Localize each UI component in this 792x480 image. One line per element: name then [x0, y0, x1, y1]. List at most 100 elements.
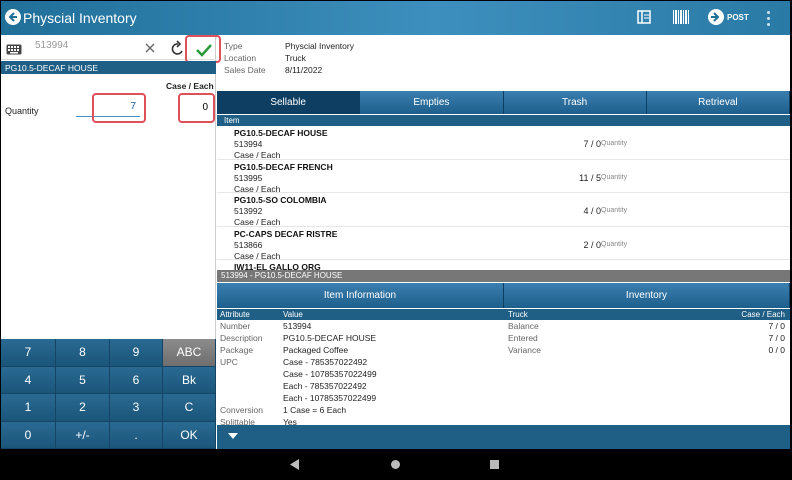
- attr-name: Description: [220, 333, 263, 343]
- item-name: IW11-EL GALLO ORG: [234, 262, 321, 270]
- list-item[interactable]: PC-CAPS DECAF RISTRE 513866 Case / Each …: [217, 227, 790, 261]
- key-7[interactable]: 7: [1, 339, 56, 367]
- attr-name: Number: [220, 321, 251, 331]
- sales-date-label: Sales Date: [224, 65, 266, 75]
- key-9[interactable]: 9: [110, 339, 163, 367]
- confirm-button[interactable]: [185, 35, 221, 63]
- inventory-header: Truck Case / Each: [503, 309, 790, 320]
- search-input[interactable]: [35, 40, 135, 51]
- nav-home-icon[interactable]: [391, 460, 400, 469]
- item-qty-label: Quantity: [601, 207, 628, 214]
- attr-value: PG10.5-DECAF HOUSE: [283, 333, 377, 343]
- location-value: Truck: [285, 53, 306, 63]
- key-abc[interactable]: ABC: [163, 339, 216, 367]
- key-ok[interactable]: OK: [163, 421, 216, 449]
- item-qty: 2 / 0: [583, 239, 601, 250]
- attribute-list[interactable]: Number 513994 Description PG10.5-DECAF HOU…: [217, 321, 503, 425]
- key-5[interactable]: 5: [56, 366, 110, 394]
- item-unit: Case / Each: [234, 150, 281, 160]
- list-item[interactable]: PG10.5-SO COLOMBIA 513992 Case / Each 4 …: [217, 193, 790, 227]
- item-name: PC-CAPS DECAF RISTRE: [234, 228, 338, 239]
- category-tabs: Sellable Empties Trash Retrieval: [217, 91, 790, 114]
- item-list[interactable]: PG10.5-DECAF HOUSE 513994 Case / Each 7 …: [217, 126, 790, 270]
- key-8[interactable]: 8: [56, 339, 110, 367]
- current-item-bar: PG10.5-DECAF HOUSE: [1, 61, 216, 74]
- key-3[interactable]: 3: [110, 394, 163, 422]
- tab-trash[interactable]: Trash: [503, 91, 647, 114]
- inventory-list: Balance 7 / 0 Entered 7 / 0 Variance 0 / 0: [503, 321, 790, 361]
- case-each-column-header: Case / Each: [741, 310, 785, 319]
- item-qty: 7 / 0: [583, 139, 601, 149]
- attr-value: 513994: [283, 321, 312, 331]
- key-plus-minus[interactable]: +/-: [56, 421, 110, 449]
- attr-value: Case - 10785357022499: [283, 369, 377, 379]
- check-icon: [196, 44, 212, 57]
- attr-value: 1 Case = 6 Each: [283, 405, 347, 415]
- key-clear[interactable]: C: [163, 394, 216, 422]
- attribute-header: Attribute Value: [217, 309, 503, 320]
- nav-recent-apps-icon[interactable]: [490, 460, 499, 469]
- arrow-right-icon: [708, 9, 724, 25]
- item-qty: 11 / 5: [579, 172, 601, 183]
- key-1[interactable]: 1: [1, 394, 56, 422]
- item-name: PG10.5-SO COLOMBIA: [234, 195, 327, 205]
- tab-item-information[interactable]: Item Information: [217, 283, 504, 308]
- attr-name: Package: [220, 345, 254, 355]
- android-nav-bar: [0, 449, 792, 480]
- selected-item-bar: 513994 - PG10.5-DECAF HOUSE: [217, 270, 790, 282]
- item-qty-label: Quantity: [601, 240, 628, 248]
- app-window: Physcial Inventory POST 513994 PG10.5-DE…: [1, 1, 790, 449]
- list-item[interactable]: IW11-EL GALLO ORG: [217, 260, 790, 270]
- inventory-name: Balance: [508, 321, 539, 331]
- item-qty-label: Quantity: [601, 140, 628, 147]
- item-code: 513866: [234, 239, 263, 250]
- list-item[interactable]: PG10.5-DECAF HOUSE 513994 Case / Each 7 …: [217, 126, 790, 160]
- list-view-icon[interactable]: [637, 10, 651, 29]
- nav-back-icon[interactable]: [290, 459, 300, 470]
- tab-retrieval[interactable]: Retrieval: [646, 91, 790, 114]
- back-icon[interactable]: [5, 9, 21, 25]
- clear-icon[interactable]: [144, 41, 156, 59]
- value-column-header: Value: [283, 310, 303, 319]
- search-row: [1, 35, 221, 63]
- keyboard-icon[interactable]: [6, 42, 22, 60]
- tab-empties[interactable]: Empties: [360, 91, 504, 114]
- document-info: Type Physcial Inventory Location Truck Sal…: [217, 35, 790, 91]
- sales-date-value: 8/11/2022: [285, 65, 323, 75]
- inventory-value: 7 / 0: [768, 333, 785, 343]
- post-label: POST: [727, 13, 749, 22]
- key-4[interactable]: 4: [1, 366, 56, 394]
- item-unit: Case / Each: [234, 217, 281, 227]
- header-bar: Physcial Inventory POST: [1, 1, 790, 35]
- more-menu-icon[interactable]: [767, 11, 771, 29]
- item-code: 513995: [234, 172, 263, 183]
- undo-icon[interactable]: [171, 40, 185, 61]
- attr-value: Packaged Coffee: [283, 345, 349, 355]
- entry-pane: PG10.5-DECAF HOUSE Case / Each Quantity: [1, 35, 221, 339]
- type-label: Type: [224, 41, 243, 51]
- attr-name: Conversion: [220, 405, 263, 415]
- item-code: 513994: [234, 139, 263, 149]
- tab-inventory[interactable]: Inventory: [504, 283, 790, 308]
- attr-name: UPC: [220, 357, 238, 367]
- key-decimal[interactable]: .: [110, 421, 163, 449]
- key-2[interactable]: 2: [56, 394, 110, 422]
- item-list-header: Item: [217, 115, 790, 126]
- list-item[interactable]: PG10.5-DECAF FRENCH 513995 Case / Each 1…: [217, 160, 790, 194]
- quantity-label: Quantity: [5, 106, 39, 116]
- detail-tabs: Item Information Inventory: [217, 283, 790, 308]
- barcode-icon[interactable]: [672, 9, 690, 30]
- attribute-column-header: Attribute: [220, 310, 250, 319]
- item-unit: Case / Each: [234, 183, 281, 194]
- tab-sellable[interactable]: Sellable: [217, 91, 361, 114]
- key-6[interactable]: 6: [110, 366, 163, 394]
- key-0[interactable]: 0: [1, 421, 56, 449]
- case-each-header: Case / Each: [166, 81, 214, 91]
- truck-column-header: Truck: [508, 310, 528, 319]
- inventory-name: Variance: [508, 345, 541, 355]
- item-code: 513992: [234, 206, 263, 216]
- item-qty: 4 / 0: [583, 206, 601, 216]
- key-backspace[interactable]: Bk: [163, 366, 216, 394]
- attr-value: Case - 785357022492: [283, 357, 368, 367]
- expand-down-icon[interactable]: [227, 432, 239, 440]
